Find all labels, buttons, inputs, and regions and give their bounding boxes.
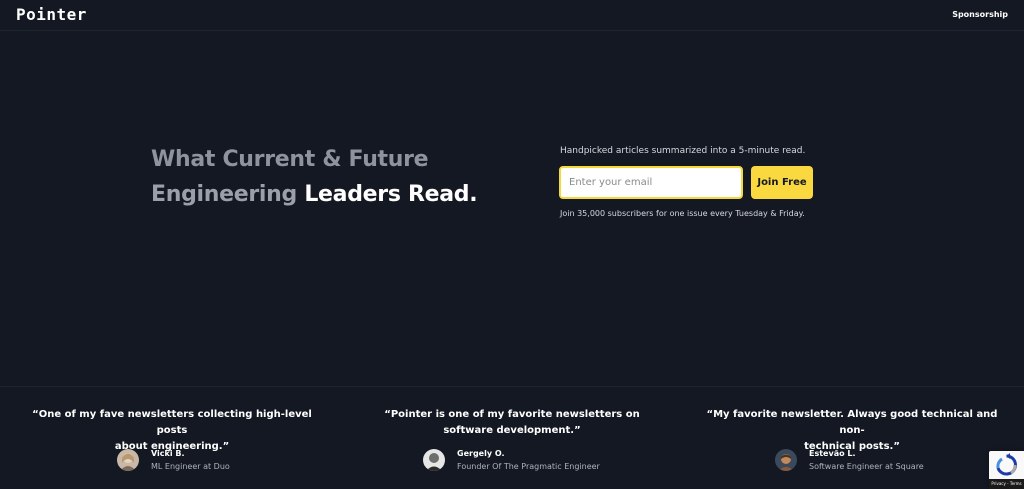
testimonial-quote: “One of my fave newsletters collecting h… [22, 407, 322, 455]
quote-line: software development.” [443, 425, 581, 436]
recaptcha-badge[interactable]: Privacy - Terms [989, 451, 1024, 489]
testimonials-section: “One of my fave newsletters collecting h… [0, 386, 1024, 489]
recaptcha-footer[interactable]: Privacy - Terms [989, 479, 1024, 489]
join-free-button[interactable]: Join Free [751, 166, 813, 199]
author-role: ML Engineer at Duo [151, 462, 230, 471]
author-name: Estevão L. [809, 449, 856, 458]
testimonial-quote: “My favorite newsletter. Always good tec… [702, 407, 1002, 455]
avatar [775, 449, 797, 471]
quote-line: “My favorite newsletter. Always good tec… [706, 409, 998, 436]
sponsorship-link[interactable]: Sponsorship [952, 10, 1008, 19]
testimonial-card: “Pointer is one of my favorite newslette… [362, 407, 662, 471]
subscriber-note: Join 35,000 subscribers for one issue ev… [560, 209, 805, 218]
author-name: Vicki B. [151, 449, 185, 458]
site-logo[interactable]: Pointer [16, 5, 87, 24]
author-role: Software Engineer at Square [809, 462, 924, 471]
hero-tagline: Handpicked articles summarized into a 5-… [560, 146, 806, 156]
quote-line: “One of my fave newsletters collecting h… [32, 409, 312, 436]
testimonial-quote: “Pointer is one of my favorite newslette… [362, 407, 662, 439]
headline-line-2-prefix: Engineering [151, 182, 305, 207]
recaptcha-icon [996, 453, 1017, 476]
avatar [117, 449, 139, 471]
site-header: Pointer Sponsorship [0, 0, 1024, 31]
author-name: Gergely O. [457, 449, 505, 458]
headline-line-1: What Current & Future [151, 147, 429, 172]
avatar [423, 449, 445, 471]
hero-headline: What Current & Future Engineering Leader… [151, 142, 511, 212]
quote-line: “Pointer is one of my favorite newslette… [384, 409, 640, 420]
email-input[interactable] [559, 166, 743, 199]
headline-line-2: Engineering Leaders Read. [151, 177, 511, 212]
testimonial-card: “One of my fave newsletters collecting h… [22, 407, 322, 471]
headline-line-2-emphasis: Leaders Read. [304, 182, 478, 207]
author-role: Founder Of The Pragmatic Engineer [457, 462, 600, 471]
testimonial-card: “My favorite newsletter. Always good tec… [702, 407, 1002, 471]
